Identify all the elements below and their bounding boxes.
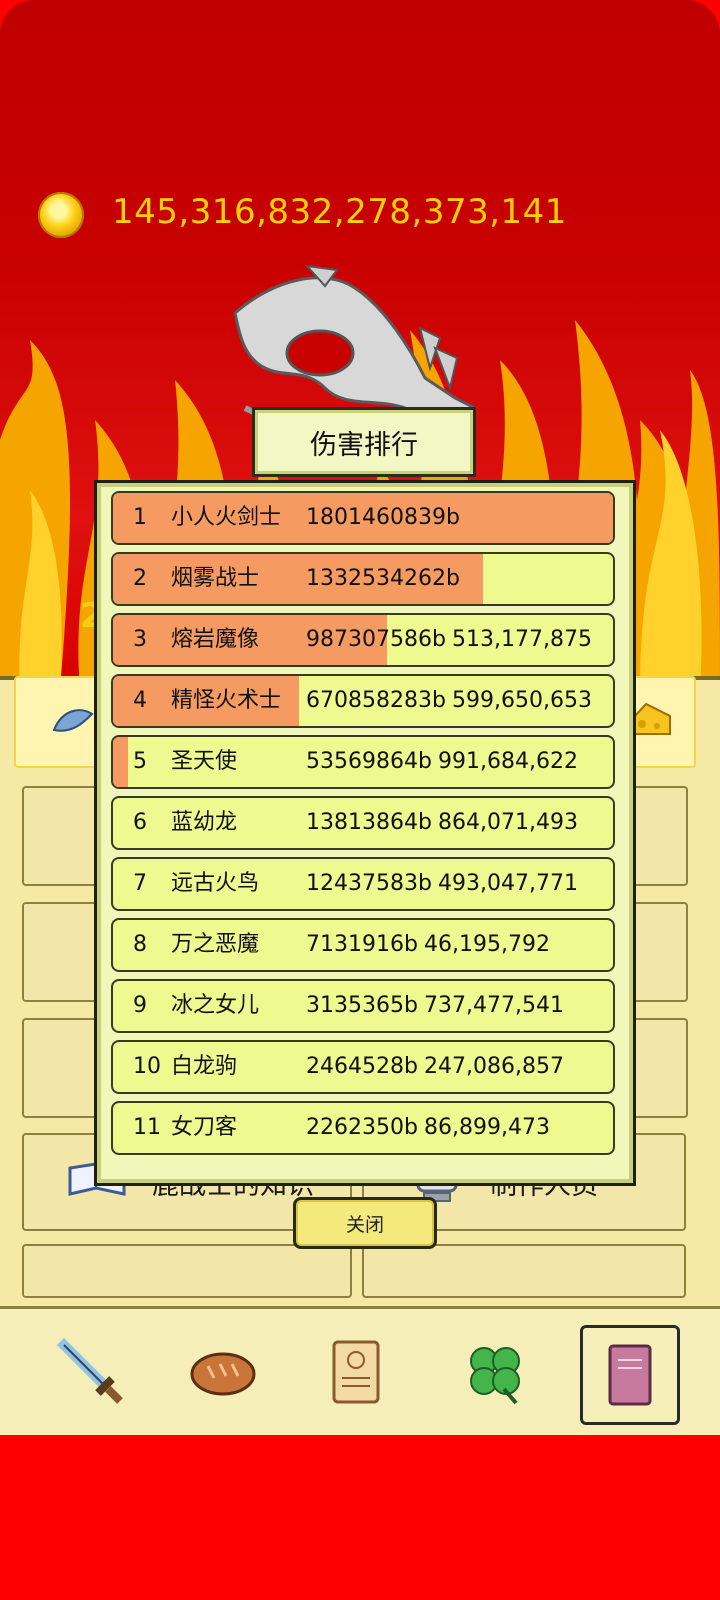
hero-name: 小人火剑士 (171, 505, 282, 530)
secondary-value: 513,177,875 (452, 627, 592, 652)
hero-name: 圣天使 (171, 749, 238, 774)
damage-value: 3135365b (306, 993, 418, 1018)
damage-value: 2262350b (306, 1115, 418, 1140)
secondary-value: 247,086,857 (424, 1054, 564, 1079)
secondary-value: 46,195,792 (424, 932, 550, 957)
damage-value: 1332534262b (306, 566, 460, 591)
rank-number: 10 (133, 1054, 161, 1079)
damage-value: 1801460839b (306, 505, 460, 530)
secondary-value: 599,650,653 (452, 688, 592, 713)
ranking-row: 4 精怪火术士 670858283b 599,650,653 (111, 674, 615, 728)
nav-book-button[interactable] (580, 1325, 680, 1425)
nav-weapon-button[interactable] (44, 1325, 138, 1419)
menu-tile-bottom-right[interactable] (362, 1244, 686, 1298)
hero-name: 女刀客 (171, 1115, 238, 1140)
ranking-row: 3 熔岩魔像 987307586b 513,177,875 (111, 613, 615, 667)
secondary-value: 493,047,771 (438, 871, 578, 896)
ranking-row: 2 烟雾战士 1332534262b (111, 552, 615, 606)
book-icon (608, 1344, 652, 1406)
hero-name: 蓝幼龙 (171, 810, 238, 835)
ranking-row: 6 蓝幼龙 13813864b 864,071,493 (111, 796, 615, 850)
ranking-row: 9 冰之女儿 3135365b 737,477,541 (111, 979, 615, 1033)
bottom-bar (0, 1435, 720, 1600)
rank-number: 3 (133, 627, 147, 652)
secondary-value: 991,684,622 (438, 749, 578, 774)
nav-food-button[interactable] (176, 1325, 270, 1419)
rank-number: 11 (133, 1115, 161, 1140)
rank-number: 6 (133, 810, 147, 835)
scroll-icon (332, 1340, 380, 1404)
damage-ranking-modal: 1 小人火剑士 1801460839b 2 烟雾战士 1332534262b 3 熔岩魔像 98… (94, 480, 636, 1186)
damage-value: 670858283b (306, 688, 446, 713)
ranking-row: 11 女刀客 2262350b 86,899,473 (111, 1101, 615, 1155)
game-screen: 145,316,832,278,373,141 2 3 鹿战士的知识 制作人员 (0, 0, 720, 1600)
rank-number: 1 (133, 505, 147, 530)
ranking-row: 7 远古火鸟 12437583b 493,047,771 (111, 857, 615, 911)
damage-value: 2464528b (306, 1054, 418, 1079)
secondary-value: 737,477,541 (424, 993, 564, 1018)
hero-name: 远古火鸟 (171, 871, 260, 896)
secondary-value: 864,071,493 (438, 810, 578, 835)
bread-icon (190, 1352, 256, 1396)
ranking-row: 1 小人火剑士 1801460839b (111, 491, 615, 545)
menu-tile-bottom-left[interactable] (22, 1244, 352, 1298)
damage-value: 987307586b (306, 627, 446, 652)
rank-number: 9 (133, 993, 147, 1018)
nav-luck-button[interactable] (448, 1325, 542, 1419)
rank-number: 2 (133, 566, 147, 591)
ranking-row: 8 万之恶魔 7131916b 46,195,792 (111, 918, 615, 972)
rank-number: 4 (133, 688, 147, 713)
hero-name: 万之恶魔 (171, 932, 260, 957)
fish-icon (52, 709, 94, 732)
ranking-row: 5 圣天使 53569864b 991,684,622 (111, 735, 615, 789)
clover-icon (470, 1347, 520, 1405)
ranking-row: 10 白龙驹 2464528b 247,086,857 (111, 1040, 615, 1094)
hero-name: 冰之女儿 (171, 993, 260, 1018)
rank-number: 8 (133, 932, 147, 957)
damage-value: 13813864b (306, 810, 432, 835)
damage-value: 7131916b (306, 932, 418, 957)
bottom-nav (0, 1306, 720, 1441)
rank-number: 7 (133, 871, 147, 896)
hero-name: 熔岩魔像 (171, 627, 260, 652)
sword-icon (56, 1337, 123, 1404)
hero-name: 白龙驹 (171, 1054, 238, 1079)
damage-bar (113, 737, 128, 787)
hero-name: 精怪火术士 (171, 688, 282, 713)
coin-icon (38, 192, 84, 238)
hero-name: 烟雾战士 (171, 566, 260, 591)
modal-title: 伤害排行 (252, 407, 476, 477)
close-button[interactable]: 关闭 (293, 1197, 437, 1249)
rank-number: 5 (133, 749, 147, 774)
secondary-value: 86,899,473 (424, 1115, 550, 1140)
gold-amount: 145,316,832,278,373,141 (112, 192, 567, 232)
damage-value: 12437583b (306, 871, 432, 896)
damage-value: 53569864b (306, 749, 432, 774)
nav-scroll-button[interactable] (308, 1325, 402, 1419)
